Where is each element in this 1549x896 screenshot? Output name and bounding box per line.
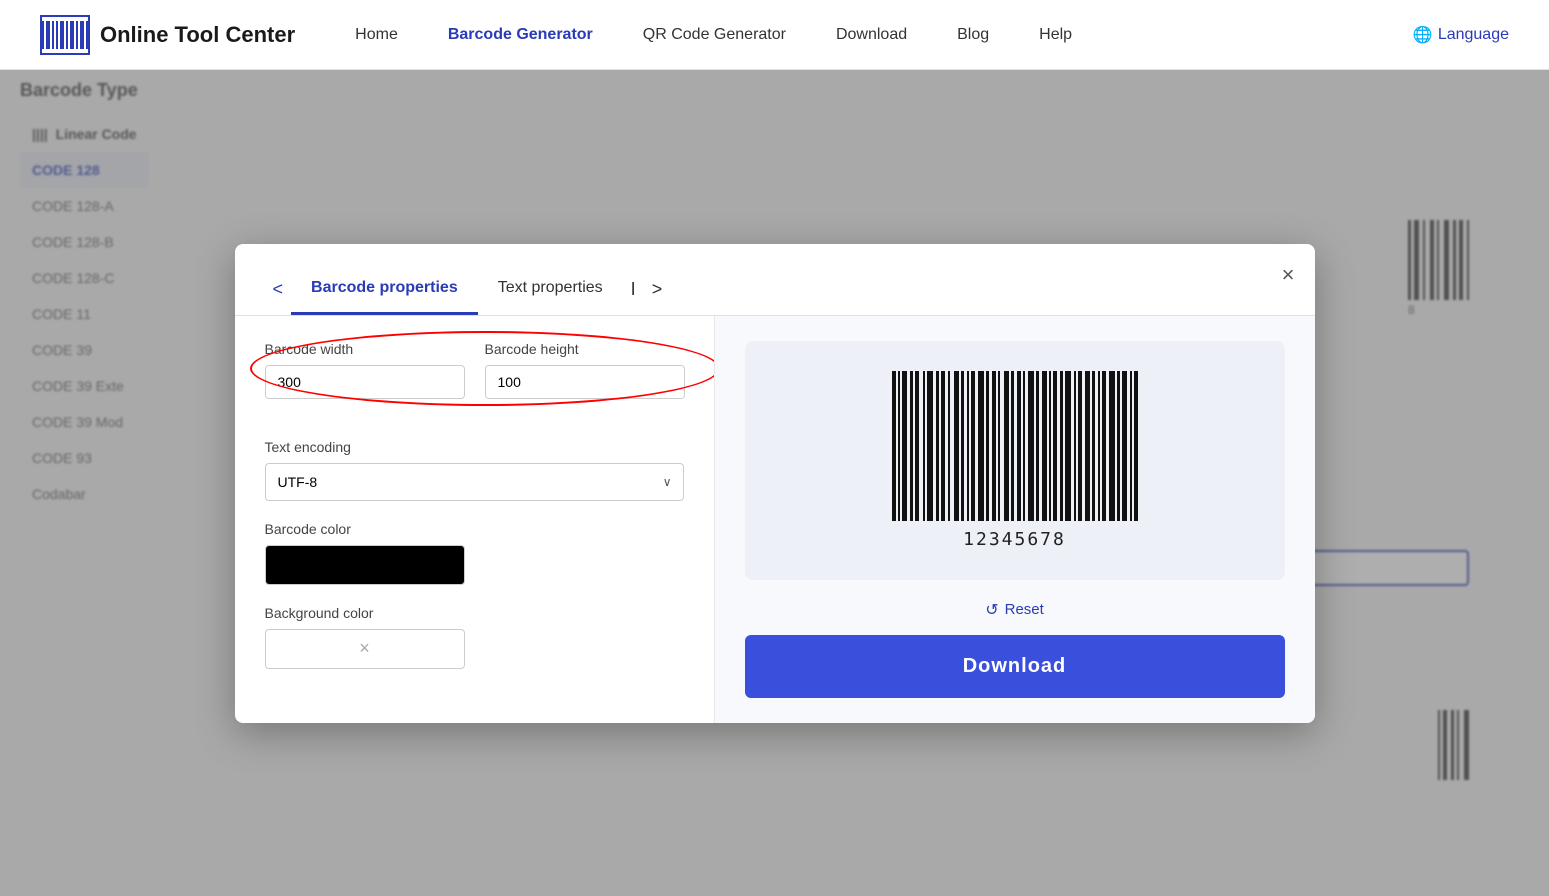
nav-help[interactable]: Help (1039, 26, 1072, 44)
main-nav: Home Barcode Generator QR Code Generator… (355, 26, 1413, 44)
reset-icon: ↺ (985, 600, 998, 620)
barcode-width-input-wrapper: ▲ ▼ (265, 365, 465, 399)
barcode-color-swatch[interactable] (265, 545, 465, 585)
modal-close-button[interactable]: × (1282, 262, 1295, 288)
barcode-number: 12345678 (963, 529, 1066, 550)
logo-icon (40, 15, 90, 55)
modal: < Barcode properties Text properties I >… (235, 244, 1315, 723)
tab-barcode-properties[interactable]: Barcode properties (291, 264, 478, 315)
tab-right-arrow[interactable]: > (644, 264, 671, 315)
clear-color-icon[interactable]: × (359, 638, 370, 659)
nav-barcode-generator[interactable]: Barcode Generator (448, 26, 593, 44)
barcode-height-group: Barcode height ▲ ▼ (485, 341, 685, 399)
download-button[interactable]: Download (745, 635, 1285, 698)
background-color-swatch[interactable]: × (265, 629, 465, 669)
tab-left-arrow[interactable]: < (265, 264, 292, 315)
header: Online Tool Center Home Barcode Generato… (0, 0, 1549, 70)
barcode-height-label: Barcode height (485, 341, 685, 357)
text-encoding-label: Text encoding (265, 439, 684, 455)
text-encoding-select[interactable]: UTF-8 ASCII ISO-8859-1 (265, 463, 684, 501)
barcode-width-input[interactable] (266, 366, 465, 398)
logo[interactable]: Online Tool Center (40, 15, 295, 55)
language-selector[interactable]: 🌐 Language (1413, 25, 1509, 45)
text-encoding-select-wrapper: UTF-8 ASCII ISO-8859-1 (265, 463, 684, 501)
barcode-height-input-wrapper: ▲ ▼ (485, 365, 685, 399)
barcode-bars (892, 371, 1138, 521)
modal-left-panel: Barcode width ▲ ▼ Barcode height (235, 316, 715, 723)
barcode-height-input[interactable] (486, 366, 685, 398)
background-color-label: Background color (265, 605, 684, 621)
nav-qr-code[interactable]: QR Code Generator (643, 26, 786, 44)
tab-text-properties[interactable]: Text properties (478, 264, 623, 315)
nav-home[interactable]: Home (355, 26, 398, 44)
barcode-width-label: Barcode width (265, 341, 465, 357)
barcode-display: 12345678 (892, 371, 1138, 550)
modal-body: Barcode width ▲ ▼ Barcode height (235, 316, 1315, 723)
barcode-color-group: Barcode color (265, 521, 684, 585)
barcode-preview: 12345678 (745, 341, 1285, 580)
text-encoding-group: Text encoding UTF-8 ASCII ISO-8859-1 (265, 439, 684, 501)
modal-header: < Barcode properties Text properties I >… (235, 244, 1315, 316)
tab-cursor-icon: I (623, 264, 644, 315)
barcode-color-label: Barcode color (265, 521, 684, 537)
dimensions-row: Barcode width ▲ ▼ Barcode height (265, 341, 684, 419)
nav-download[interactable]: Download (836, 26, 907, 44)
reset-button[interactable]: ↺ Reset (985, 600, 1044, 620)
nav-blog[interactable]: Blog (957, 26, 989, 44)
modal-right-panel: 12345678 ↺ Reset Download (715, 316, 1315, 723)
modal-overlay: < Barcode properties Text properties I >… (0, 70, 1549, 896)
globe-icon: 🌐 (1413, 25, 1433, 45)
background-color-group: Background color × (265, 605, 684, 669)
logo-text: Online Tool Center (100, 22, 295, 48)
barcode-width-group: Barcode width ▲ ▼ (265, 341, 465, 399)
